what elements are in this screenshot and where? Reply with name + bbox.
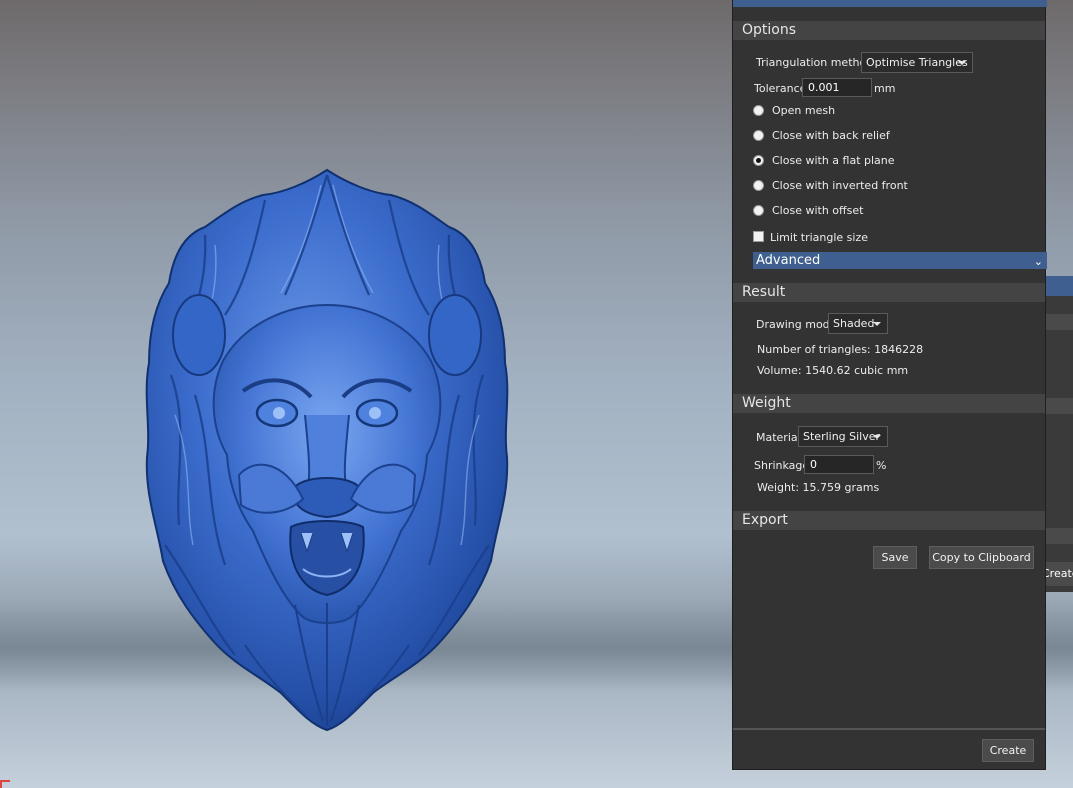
radio-button[interactable] [753, 105, 764, 116]
limit-triangle-size-label: Limit triangle size [770, 231, 869, 244]
radio-button[interactable] [753, 130, 764, 141]
advanced-expander[interactable]: Advanced ⌄ [753, 252, 1047, 269]
background-dialog-strip [1046, 528, 1073, 544]
triangulation-method-label: Triangulation method [756, 56, 874, 69]
footer-divider [733, 728, 1045, 730]
create-mesh-panel: Options Triangulation method Optimise Tr… [732, 0, 1047, 770]
options-section-header[interactable]: Options [733, 21, 1045, 40]
volume-text: Volume: 1540.62 cubic mm [757, 364, 909, 377]
copy-to-clipboard-button[interactable]: Copy to Clipboard [929, 546, 1034, 569]
material-label: Material [756, 431, 801, 444]
chevron-down-icon [873, 322, 881, 326]
weight-text: Weight: 15.759 grams [757, 481, 880, 494]
background-dialog-titlebar [1046, 276, 1073, 296]
drawing-mode-dropdown[interactable]: Shaded [828, 313, 888, 334]
triangulation-method-dropdown[interactable]: Optimise Triangles [861, 52, 973, 73]
origin-marker [0, 780, 10, 788]
tolerance-unit: mm [874, 82, 896, 95]
background-dialog-strip [1046, 314, 1073, 330]
weight-section-header[interactable]: Weight [733, 394, 1045, 413]
result-section-header[interactable]: Result [733, 283, 1045, 302]
shrinkage-input[interactable]: 0 [804, 455, 874, 474]
radio-button[interactable] [753, 205, 764, 216]
radio-label: Close with offset [772, 204, 864, 217]
limit-triangle-size-checkbox[interactable] [753, 231, 764, 242]
radio-label: Open mesh [772, 104, 836, 117]
export-section-header[interactable]: Export [733, 511, 1045, 530]
chevron-down-icon [958, 61, 966, 65]
background-create-button[interactable]: Create B [1046, 562, 1073, 586]
create-button[interactable]: Create [982, 739, 1034, 762]
shrinkage-label: Shrinkage [754, 459, 810, 472]
radio-button-selected[interactable] [753, 155, 764, 166]
radio-label: Close with inverted front [772, 179, 908, 192]
chevron-down-icon: ⌄ [1033, 255, 1043, 268]
material-value: Sterling Silver [803, 430, 881, 443]
lion-head-relief-model[interactable] [135, 165, 520, 735]
background-dialog: Create B [1046, 276, 1073, 592]
advanced-label: Advanced [756, 253, 821, 268]
material-dropdown[interactable]: Sterling Silver [798, 426, 888, 447]
shrinkage-unit: % [876, 459, 887, 472]
save-button[interactable]: Save [873, 546, 917, 569]
drawing-mode-value: Shaded [833, 317, 875, 330]
radio-button[interactable] [753, 180, 764, 191]
drawing-mode-label: Drawing mode [756, 318, 837, 331]
tolerance-label: Tolerance [754, 82, 807, 95]
background-dialog-strip [1046, 398, 1073, 414]
tolerance-input[interactable]: 0.001 [802, 78, 872, 97]
radio-label: Close with a flat plane [772, 154, 895, 167]
triangulation-method-value: Optimise Triangles [866, 56, 968, 69]
radio-label: Close with back relief [772, 129, 890, 142]
panel-titlebar [733, 0, 1047, 7]
chevron-down-icon [873, 435, 881, 439]
triangle-count-text: Number of triangles: 1846228 [757, 343, 924, 356]
